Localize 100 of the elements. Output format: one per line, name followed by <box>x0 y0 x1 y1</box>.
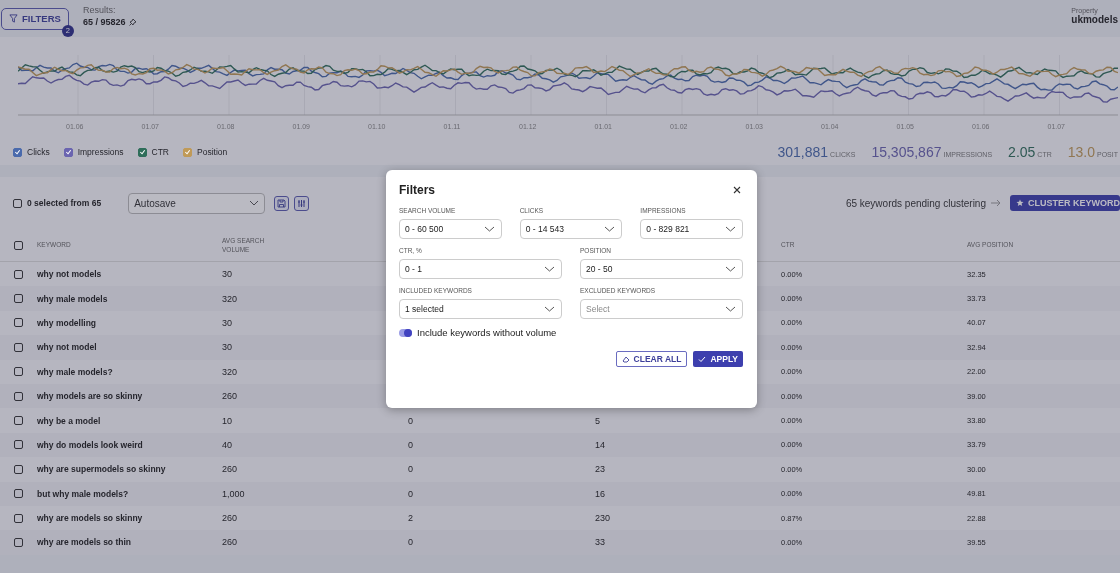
row-checkbox[interactable] <box>14 489 23 499</box>
checkmark-icon <box>698 355 707 363</box>
row-checkbox[interactable] <box>14 513 23 523</box>
results-label: Results: <box>82 4 117 15</box>
legend-checkbox[interactable] <box>13 147 22 157</box>
row-checkbox[interactable] <box>14 464 23 474</box>
total-value: 13.0 <box>1067 144 1095 160</box>
chevron-down-icon <box>725 266 736 272</box>
row-checkbox[interactable] <box>14 318 23 328</box>
range-select[interactable]: Select <box>580 299 743 319</box>
filter-icon <box>9 14 18 23</box>
save-button[interactable] <box>274 195 290 211</box>
results-count: 65 / 95826 <box>82 16 126 27</box>
toggle-switch[interactable] <box>399 328 412 337</box>
table-cell: 14 <box>595 439 605 450</box>
table-cell-text: 30 <box>222 342 233 353</box>
row-checkbox[interactable] <box>14 342 23 352</box>
table-cell-text: 260 <box>222 391 239 402</box>
close-icon <box>733 186 741 194</box>
keyword-cell-text: but why male models? <box>37 488 130 499</box>
table-cell: 33 <box>595 537 605 548</box>
selection-count: 0 selected from 65 <box>27 198 102 208</box>
eraser-icon <box>621 355 630 363</box>
chevron-down-icon <box>725 226 736 232</box>
apply-button[interactable]: APPLY <box>693 351 743 367</box>
table-cell: 0 <box>408 415 413 426</box>
sliders-icon <box>297 198 307 208</box>
legend-checkbox[interactable] <box>183 147 192 157</box>
table-cell-text: 30 <box>222 317 233 328</box>
row-checkbox[interactable] <box>14 294 23 304</box>
pin-icon[interactable] <box>129 17 138 26</box>
filters-button[interactable]: FILTERS <box>1 7 69 30</box>
chevron-down-icon <box>483 226 495 232</box>
range-select[interactable]: 20 - 50 <box>580 259 743 279</box>
row-checkbox[interactable] <box>14 367 23 377</box>
header-checkbox[interactable] <box>14 240 23 250</box>
arrow-right-icon <box>991 199 1001 207</box>
dialog-title: Filters <box>399 183 435 197</box>
total-value: 2.05 <box>1008 144 1036 160</box>
legend-checkbox[interactable] <box>137 147 147 157</box>
chevron-down-icon <box>249 200 260 206</box>
legend-label: CTR <box>151 147 169 157</box>
keyword-cell-text: why not models <box>37 269 103 280</box>
table-cell: 2 <box>408 513 413 524</box>
keyword-cell-text: why are supermodels so skinny <box>37 464 167 475</box>
select-all-checkbox[interactable] <box>13 198 22 208</box>
range-select[interactable]: 1 selected <box>399 299 562 319</box>
legend-checkbox[interactable] <box>63 147 73 157</box>
property-name: ukmodels <box>1071 13 1118 25</box>
table-cell-text: 320 <box>222 366 239 377</box>
keyword-cell-text: why are models so thin <box>37 537 132 548</box>
keyword-cell-text: why male models <box>37 293 109 304</box>
row-checkbox[interactable] <box>14 440 23 450</box>
table-cell: 0 <box>408 488 413 499</box>
range-select[interactable]: 0 - 60 500 <box>399 219 502 239</box>
table-cell: 230 <box>595 513 611 524</box>
cluster-keywords-button[interactable]: CLUSTER KEYWORD <box>1010 195 1120 211</box>
table-cell-text: 1,000 <box>222 488 246 499</box>
row-checkbox[interactable] <box>14 269 23 279</box>
keyword-cell-text: why be a model <box>37 415 102 426</box>
legend-label: Position <box>197 147 228 157</box>
close-button[interactable] <box>731 184 743 196</box>
keyword-cell-text: why male models? <box>37 366 114 377</box>
total-value: 301,881 <box>777 144 829 160</box>
row-checkbox[interactable] <box>14 538 23 547</box>
star-icon <box>1016 199 1024 207</box>
keyword-cell-text: why not model <box>37 342 98 353</box>
table-cell: 0 <box>408 439 413 450</box>
legend-label: Impressions <box>77 147 124 157</box>
table-cell: 5 <box>595 415 600 426</box>
table-cell: 0 <box>408 537 413 548</box>
table-cell-text: 260 <box>222 513 239 524</box>
legend-label: Clicks <box>27 147 50 157</box>
keyword-cell-text: why do models look weird <box>37 439 144 450</box>
table-cell-text: 260 <box>222 537 239 548</box>
range-select[interactable]: 0 - 829 821 <box>640 219 743 239</box>
clear-all-button[interactable]: CLEAR ALL <box>615 351 688 367</box>
table-cell-text: 30 <box>222 269 233 280</box>
pending-clustering-text: 65 keywords pending clustering <box>845 197 986 209</box>
keyword-cell-text: why models are so skinny <box>37 391 144 402</box>
table-cell: 0 <box>408 464 413 475</box>
settings-button[interactable] <box>294 195 310 211</box>
view-select[interactable]: Autosave <box>128 192 266 214</box>
row-checkbox[interactable] <box>14 391 23 401</box>
table-cell: 23 <box>595 464 605 475</box>
table-cell-text: 10 <box>222 415 233 426</box>
chevron-down-icon <box>725 306 736 312</box>
keyword-cell-text: why are models so skinny <box>37 513 144 524</box>
keyword-cell-text: why modelling <box>37 317 98 328</box>
row-checkbox[interactable] <box>14 416 23 426</box>
chevron-down-icon <box>544 266 555 272</box>
table-cell-text: 260 <box>222 464 239 475</box>
table-cell-text: 40 <box>222 439 233 450</box>
range-select[interactable]: 0 - 14 543 <box>519 219 623 239</box>
chevron-down-icon <box>544 306 555 312</box>
total-value: 15,305,867 <box>871 144 942 160</box>
toggle-label: Include keywords without volume <box>417 327 557 338</box>
table-cell-text: 320 <box>222 293 239 304</box>
range-select[interactable]: 0 - 1 <box>399 259 562 279</box>
chevron-down-icon <box>604 226 616 232</box>
